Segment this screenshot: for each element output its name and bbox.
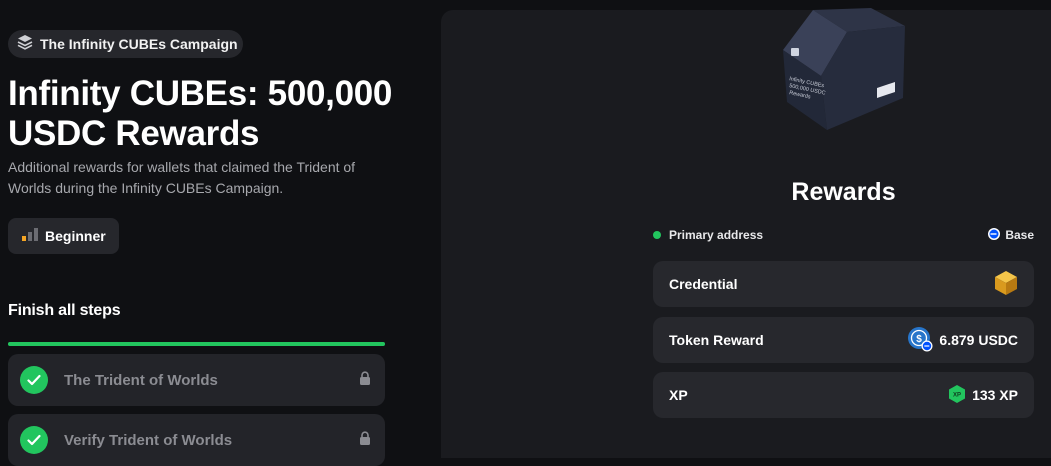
steps-progress-fill — [8, 342, 385, 346]
check-icon — [20, 426, 48, 454]
primary-address[interactable]: Primary address — [653, 228, 763, 242]
layers-icon — [16, 33, 34, 56]
xp-badge-text: XP — [953, 392, 961, 398]
address-row: Primary address Base — [653, 227, 1034, 243]
step-label: The Trident of Worlds — [64, 371, 218, 389]
usdc-icon: $ — [907, 326, 933, 355]
network-selector[interactable]: Base — [988, 227, 1034, 243]
base-network-icon — [988, 227, 1001, 243]
page-description: Additional rewards for wallets that clai… — [8, 159, 356, 196]
lock-icon — [359, 370, 371, 390]
step-item-trident[interactable]: The Trident of Worlds — [8, 354, 385, 406]
reward-row-credential: Credential — [653, 261, 1034, 307]
reward-value: $ 6.879 USDC — [907, 326, 1018, 355]
signal-bars-icon — [22, 227, 38, 246]
xp-amount: 133 XP — [972, 387, 1018, 403]
campaign-info: The Infinity CUBEs Campaign Infinity CUB… — [0, 0, 400, 466]
reward-label: Credential — [669, 276, 738, 292]
difficulty-badge: Beginner — [8, 218, 119, 254]
reward-value: XP 133 XP — [948, 384, 1018, 407]
steps-heading: Finish all steps — [8, 302, 121, 319]
credential-cube-icon — [994, 270, 1018, 299]
difficulty-label: Beginner — [45, 228, 106, 244]
step-item-verify-trident[interactable]: Verify Trident of Worlds — [8, 414, 385, 466]
token-reward-amount: 6.879 USDC — [939, 332, 1018, 348]
reward-value — [994, 270, 1018, 299]
check-icon — [20, 366, 48, 394]
network-label: Base — [1005, 228, 1034, 242]
status-dot-icon — [653, 231, 661, 239]
infinity-cube-image: Infinity CUBEs 500,000 USDC Rewards — [777, 6, 907, 139]
reward-label: Token Reward — [669, 332, 764, 348]
reward-row-token: Token Reward $ 6.879 USDC — [653, 317, 1034, 363]
campaign-pill[interactable]: The Infinity CUBEs Campaign — [8, 30, 243, 58]
svg-text:$: $ — [917, 334, 923, 345]
xp-icon: XP — [948, 384, 966, 407]
reward-row-xp: XP XP 133 XP — [653, 372, 1034, 418]
page-title: Infinity CUBEs: 500,000 USDC Rewards — [8, 74, 393, 153]
steps-progress-bar — [8, 342, 385, 346]
reward-label: XP — [669, 387, 688, 403]
campaign-pill-label: The Infinity CUBEs Campaign — [40, 36, 238, 52]
lock-icon — [359, 430, 371, 450]
rewards-title: Rewards — [791, 178, 896, 206]
step-label: Verify Trident of Worlds — [64, 431, 233, 449]
primary-address-label: Primary address — [669, 228, 764, 242]
